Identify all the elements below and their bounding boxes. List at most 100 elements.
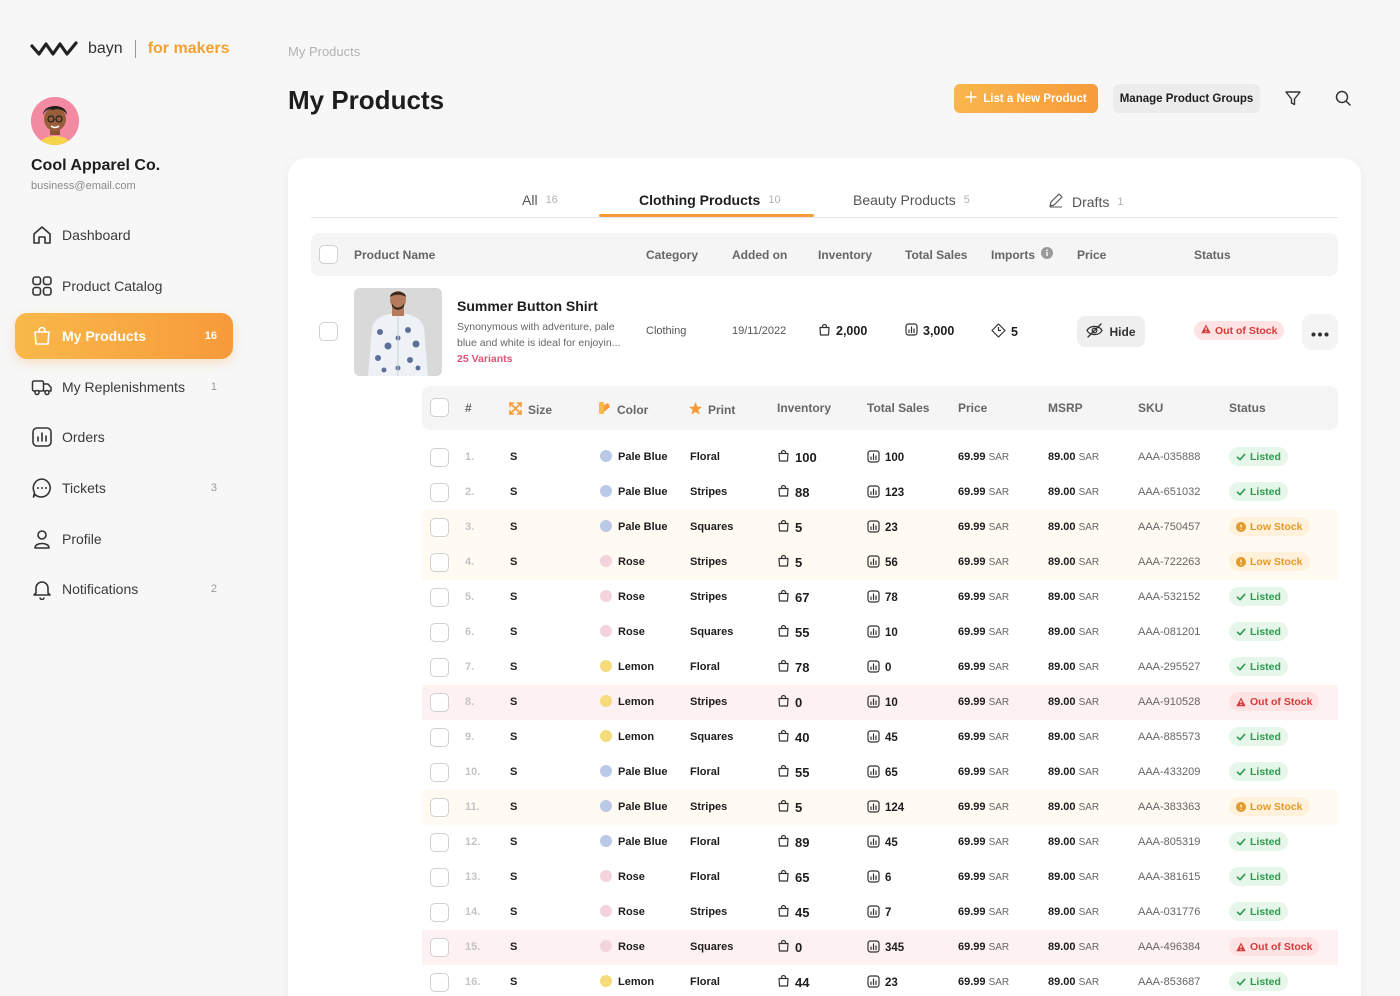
col-added-on[interactable]: Added on bbox=[732, 248, 787, 262]
col-size[interactable]: Size bbox=[508, 401, 552, 419]
product-row[interactable]: Summer Button Shirt Synonymous with adve… bbox=[311, 287, 1338, 376]
col-index: # bbox=[465, 401, 472, 415]
col-product-name[interactable]: Product Name bbox=[354, 248, 435, 262]
sidebar-item-orders[interactable]: Orders bbox=[15, 414, 233, 460]
filter-icon[interactable] bbox=[1283, 88, 1303, 108]
variant-row[interactable]: 1. S Pale Blue Floral 100 100 69.99 SAR 89.00 S… bbox=[422, 440, 1338, 475]
sidebar-item-notifications[interactable]: Notifications 2 bbox=[15, 566, 233, 612]
variant-checkbox[interactable] bbox=[430, 553, 449, 572]
list-new-product-label: List a New Product bbox=[983, 92, 1087, 105]
col-print[interactable]: Print bbox=[688, 401, 735, 419]
variant-checkbox[interactable] bbox=[430, 588, 449, 607]
variant-checkbox[interactable] bbox=[430, 448, 449, 467]
select-all-checkbox[interactable] bbox=[319, 245, 338, 264]
variant-checkbox[interactable] bbox=[430, 693, 449, 712]
col-imports[interactable]: Imports bbox=[991, 248, 1035, 262]
variant-row[interactable]: 16. S Lemon Floral 44 23 69.99 SAR 89.00 SAR AAA… bbox=[422, 965, 1338, 996]
sidebar-item-product-catalog[interactable]: Product Catalog bbox=[15, 263, 233, 309]
color-swatch bbox=[600, 555, 612, 568]
variant-row[interactable]: 13. S Rose Floral 65 6 69.99 SAR 89.00 SAR AAA-3… bbox=[422, 860, 1338, 895]
variant-total-sales: 65 bbox=[867, 765, 898, 781]
variant-total-sales: 78 bbox=[867, 590, 898, 606]
variant-checkbox[interactable] bbox=[430, 798, 449, 817]
variant-msrp-value: 89.00 bbox=[1048, 556, 1076, 568]
variant-total-sales-value: 65 bbox=[885, 767, 898, 779]
col-inventory[interactable]: Inventory bbox=[818, 248, 872, 262]
manage-product-groups-button[interactable]: Manage Product Groups bbox=[1113, 84, 1260, 113]
warning-icon bbox=[1236, 697, 1246, 707]
variant-price-value: 69.99 bbox=[958, 486, 986, 498]
variant-price-value: 69.99 bbox=[958, 451, 986, 463]
variant-size: S bbox=[510, 696, 518, 708]
variant-checkbox[interactable] bbox=[430, 973, 449, 992]
sidebar-item-my-replenishments[interactable]: My Replenishments 1 bbox=[15, 364, 233, 410]
col-variant-total-sales[interactable]: Total Sales bbox=[867, 401, 929, 415]
variant-row[interactable]: 12. S Pale Blue Floral 89 45 69.99 SAR 89.00 SA… bbox=[422, 825, 1338, 860]
variant-size: S bbox=[510, 731, 518, 743]
more-options-button[interactable] bbox=[1302, 314, 1338, 350]
tab-drafts[interactable]: Drafts 1 bbox=[1048, 192, 1123, 211]
col-variant-price[interactable]: Price bbox=[958, 401, 987, 415]
product-name[interactable]: Summer Button Shirt bbox=[457, 298, 598, 314]
select-all-variants-checkbox[interactable] bbox=[430, 398, 449, 417]
variant-checkbox[interactable] bbox=[430, 903, 449, 922]
variant-color-label: Rose bbox=[618, 591, 645, 603]
variant-checkbox[interactable] bbox=[430, 938, 449, 957]
col-msrp[interactable]: MSRP bbox=[1048, 401, 1083, 415]
sidebar-item-my-products[interactable]: My Products 16 bbox=[15, 313, 233, 360]
variant-checkbox[interactable] bbox=[430, 728, 449, 747]
variant-checkbox[interactable] bbox=[430, 868, 449, 887]
status-text: Out of Stock bbox=[1250, 695, 1313, 708]
sidebar-item-dashboard[interactable]: Dashboard bbox=[15, 212, 233, 258]
variant-row[interactable]: 7. S Lemon Floral 78 0 69.99 SAR 89.00 SAR AAA-2… bbox=[422, 650, 1338, 685]
variant-row[interactable]: 10. S Pale Blue Floral 55 65 69.99 SAR 89.00 SA… bbox=[422, 755, 1338, 790]
product-variants-link[interactable]: 25 Variants bbox=[457, 353, 512, 365]
tab-all[interactable]: All 16 bbox=[522, 192, 558, 208]
sidebar-item-profile[interactable]: Profile bbox=[15, 516, 233, 562]
variant-row[interactable]: 8. S Lemon Stripes 0 10 69.99 SAR 89.00 SAR AAA-… bbox=[422, 685, 1338, 720]
status-badge: Listed bbox=[1229, 447, 1288, 466]
col-category[interactable]: Category bbox=[646, 248, 698, 262]
breadcrumb[interactable]: My Products bbox=[288, 44, 360, 59]
variant-checkbox[interactable] bbox=[430, 833, 449, 852]
variant-row[interactable]: 15. S Rose Squares 0 345 69.99 SAR 89.00 SAR AAA… bbox=[422, 930, 1338, 965]
col-sku[interactable]: SKU bbox=[1138, 401, 1163, 415]
variant-row[interactable]: 4. S Rose Stripes 5 56 69.99 SAR 89.00 SAR AAA-7… bbox=[422, 545, 1338, 580]
variant-total-sales-value: 78 bbox=[885, 592, 898, 604]
variant-row[interactable]: 2. S Pale Blue Stripes 88 123 69.99 SAR 89.00 S… bbox=[422, 475, 1338, 510]
variant-row[interactable]: 6. S Rose Squares 55 10 69.99 SAR 89.00 SAR AAA-… bbox=[422, 615, 1338, 650]
hide-product-button[interactable]: Hide bbox=[1077, 316, 1145, 347]
product-image[interactable] bbox=[354, 288, 442, 376]
col-total-sales[interactable]: Total Sales bbox=[905, 248, 967, 262]
avatar[interactable] bbox=[31, 97, 79, 145]
col-status[interactable]: Status bbox=[1194, 248, 1231, 262]
variant-print: Stripes bbox=[690, 591, 728, 603]
col-price[interactable]: Price bbox=[1077, 248, 1106, 262]
color-swatch bbox=[600, 940, 612, 953]
tab-clothing-products[interactable]: Clothing Products 10 bbox=[639, 192, 781, 208]
info-icon[interactable] bbox=[1041, 247, 1053, 262]
hide-label: Hide bbox=[1109, 324, 1136, 339]
variant-row[interactable]: 14. S Rose Stripes 45 7 69.99 SAR 89.00 SAR AAA-… bbox=[422, 895, 1338, 930]
variant-checkbox[interactable] bbox=[430, 763, 449, 782]
products-table-header: Product Name Category Added on Inventory… bbox=[311, 233, 1338, 276]
brand-logo[interactable]: bayn for makers bbox=[30, 38, 230, 60]
col-variant-status[interactable]: Status bbox=[1229, 401, 1266, 415]
variant-row[interactable]: 5. S Rose Stripes 67 78 69.99 SAR 89.00 SAR AAA-… bbox=[422, 580, 1338, 615]
variant-checkbox[interactable] bbox=[430, 483, 449, 502]
variant-row[interactable]: 11. S Pale Blue Stripes 5 124 69.99 SAR 89.00 S… bbox=[422, 790, 1338, 825]
variant-checkbox[interactable] bbox=[430, 658, 449, 677]
variants-table-header: # Size Color Print Inventory Total Sales… bbox=[422, 386, 1338, 430]
color-swatch bbox=[600, 765, 612, 778]
variant-row[interactable]: 3. S Pale Blue Squares 5 23 69.99 SAR 89.00 SAR… bbox=[422, 510, 1338, 545]
variant-row[interactable]: 9. S Lemon Squares 40 45 69.99 SAR 89.00 SAR AAA… bbox=[422, 720, 1338, 755]
search-icon[interactable] bbox=[1333, 88, 1353, 108]
list-new-product-button[interactable]: List a New Product bbox=[954, 84, 1098, 113]
col-color[interactable]: Color bbox=[598, 401, 648, 418]
variant-checkbox[interactable] bbox=[430, 623, 449, 642]
tab-beauty-products[interactable]: Beauty Products 5 bbox=[853, 192, 970, 208]
col-variant-inventory[interactable]: Inventory bbox=[777, 401, 831, 415]
product-checkbox[interactable] bbox=[319, 322, 338, 341]
variant-checkbox[interactable] bbox=[430, 518, 449, 537]
sidebar-item-tickets[interactable]: Tickets 3 bbox=[15, 465, 233, 511]
